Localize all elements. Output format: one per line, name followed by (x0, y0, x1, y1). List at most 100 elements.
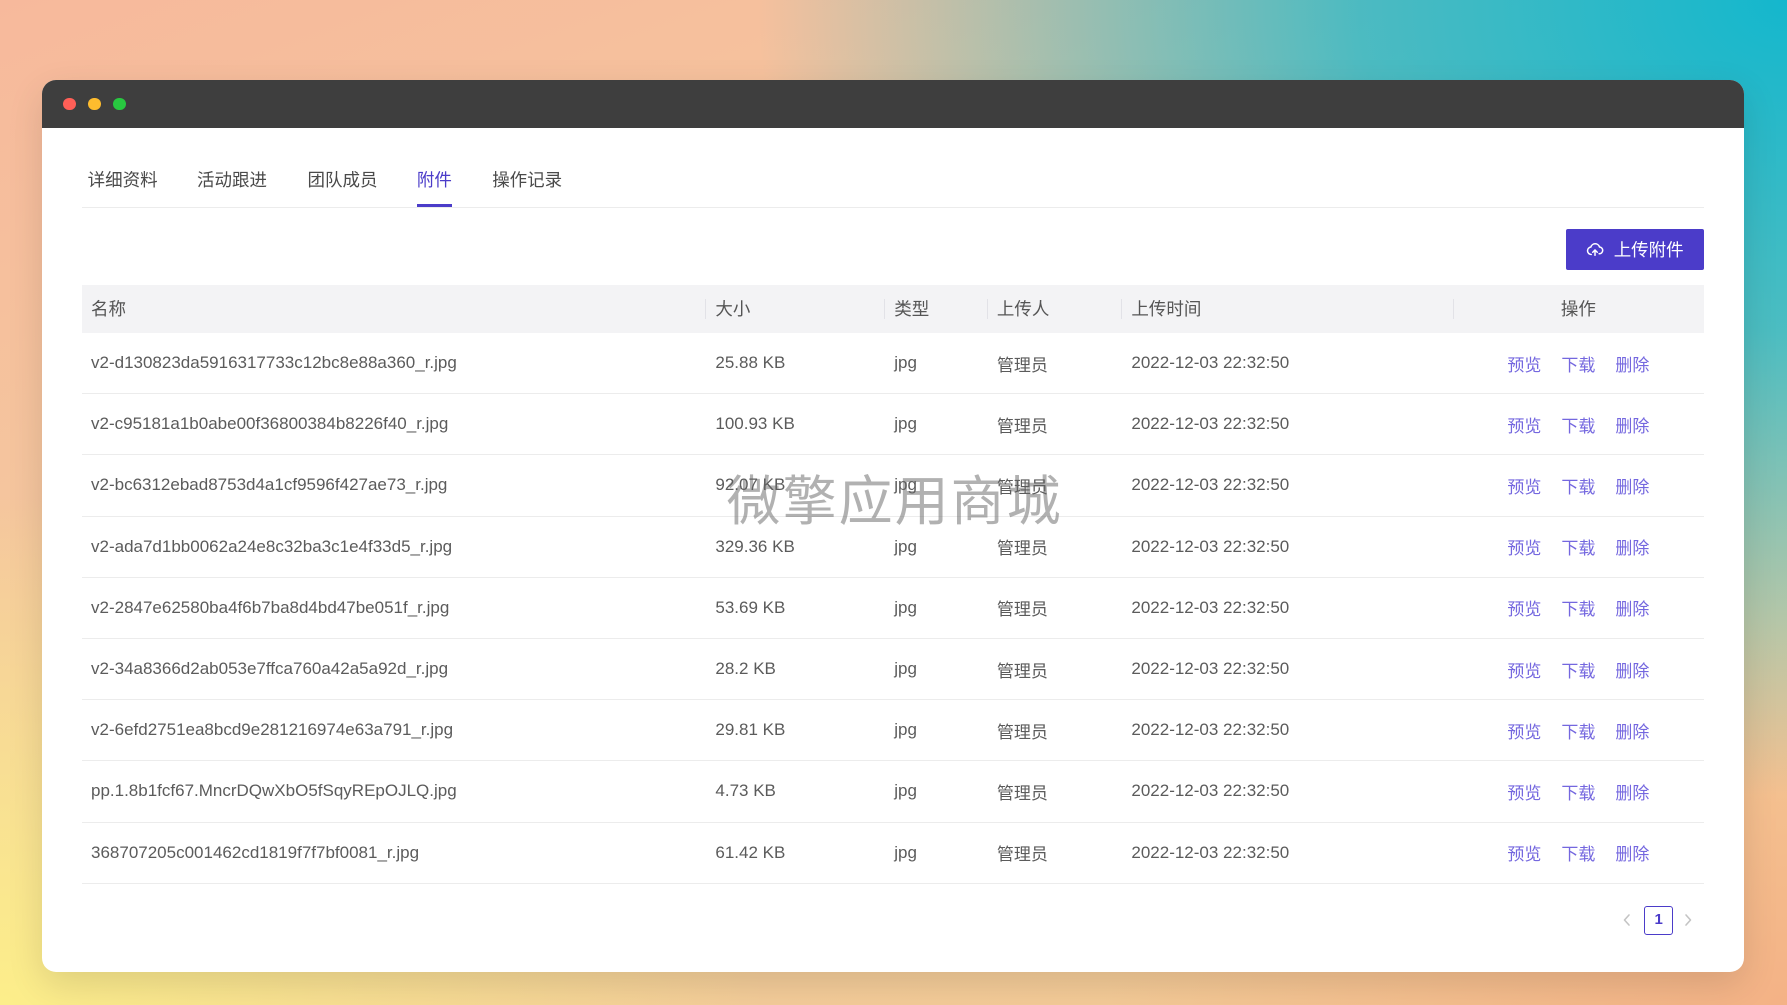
cell-type: jpg (894, 475, 917, 495)
cell-actions: 预览 下载 删除 (1453, 595, 1704, 620)
cell-size: 53.69 KB (715, 597, 786, 617)
column-header-actions: 操作 (1452, 285, 1704, 333)
cell-uploader: 管理员 (996, 355, 1048, 375)
download-link[interactable]: 下载 (1561, 657, 1595, 682)
delete-link[interactable]: 删除 (1615, 351, 1649, 376)
cell-uploader: 管理员 (996, 600, 1048, 620)
cell-type: jpg (894, 720, 917, 740)
cell-size: 100.93 KB (715, 414, 795, 434)
chevron-right-icon (1684, 914, 1691, 926)
table-row: v2-6efd2751ea8bcd9e281216974e63a791_r.jp… (82, 700, 1704, 762)
column-header-name: 名称 (91, 299, 126, 319)
maximize-button[interactable] (113, 97, 126, 110)
tab-activity[interactable]: 活动跟进 (197, 166, 267, 207)
delete-link[interactable]: 删除 (1615, 595, 1649, 620)
tab-operation-log[interactable]: 操作记录 (492, 166, 562, 207)
upload-attachment-button[interactable]: 上传附件 (1565, 229, 1704, 271)
cell-name: pp.1.8b1fcf67.MncrDQwXbO5fSqyREpOJLQ.jpg (91, 781, 457, 801)
cell-name: v2-2847e62580ba4f6b7ba8d4bd47be051f_r.jp… (91, 597, 450, 617)
table-row: pp.1.8b1fcf67.MncrDQwXbO5fSqyREpOJLQ.jpg… (82, 761, 1704, 823)
cell-time: 2022-12-03 22:32:50 (1131, 659, 1290, 679)
delete-link[interactable]: 删除 (1615, 473, 1649, 498)
preview-link[interactable]: 预览 (1507, 473, 1541, 498)
cell-uploader: 管理员 (996, 477, 1048, 497)
page-1-button[interactable]: 1 (1644, 906, 1673, 935)
upload-button-label: 上传附件 (1613, 240, 1684, 261)
cell-type: jpg (894, 414, 917, 434)
cell-name: v2-c95181a1b0abe00f36800384b8226f40_r.jp… (91, 414, 449, 434)
cell-size: 29.81 KB (715, 720, 786, 740)
table-body: v2-d130823da5916317733c12bc8e88a360_r.jp… (82, 333, 1704, 884)
cell-time: 2022-12-03 22:32:50 (1131, 597, 1290, 617)
download-link[interactable]: 下载 (1561, 351, 1595, 376)
preview-link[interactable]: 预览 (1507, 595, 1541, 620)
cell-type: jpg (894, 536, 917, 556)
cell-actions: 预览 下载 删除 (1453, 779, 1704, 804)
table-row: 368707205c001462cd1819f7f7bf0081_r.jpg 61… (82, 823, 1704, 884)
minimize-button[interactable] (88, 97, 101, 110)
cell-size: 61.42 KB (715, 842, 786, 862)
download-link[interactable]: 下载 (1561, 473, 1595, 498)
delete-link[interactable]: 删除 (1615, 779, 1649, 804)
preview-link[interactable]: 预览 (1507, 351, 1541, 376)
column-header-upload-time: 上传时间 (1121, 285, 1453, 333)
cell-name: 368707205c001462cd1819f7f7bf0081_r.jpg (91, 842, 420, 862)
cell-size: 329.36 KB (715, 536, 795, 556)
cell-actions: 预览 下载 删除 (1453, 351, 1704, 376)
preview-link[interactable]: 预览 (1507, 779, 1541, 804)
cell-time: 2022-12-03 22:32:50 (1131, 720, 1290, 740)
attachments-table: 名称 大小 类型 上传人 上传时间 操作 v2-d130823da5916317… (82, 285, 1704, 884)
cell-actions: 预览 下载 删除 (1453, 473, 1704, 498)
delete-link[interactable]: 删除 (1615, 718, 1649, 743)
download-link[interactable]: 下载 (1561, 718, 1595, 743)
table-row: v2-34a8366d2ab053e7ffca760a42a5a92d_r.jp… (82, 639, 1704, 701)
delete-link[interactable]: 删除 (1615, 840, 1649, 865)
cell-uploader: 管理员 (996, 416, 1048, 436)
cell-actions: 预览 下载 删除 (1453, 718, 1704, 743)
cell-type: jpg (894, 597, 917, 617)
column-header-type: 类型 (884, 285, 987, 333)
preview-link[interactable]: 预览 (1507, 412, 1541, 437)
next-page-button[interactable] (1683, 913, 1693, 927)
download-link[interactable]: 下载 (1561, 534, 1595, 559)
preview-link[interactable]: 预览 (1507, 657, 1541, 682)
cell-size: 25.88 KB (715, 353, 786, 373)
table-row: v2-2847e62580ba4f6b7ba8d4bd47be051f_r.jp… (82, 578, 1704, 639)
download-link[interactable]: 下载 (1561, 412, 1595, 437)
download-link[interactable]: 下载 (1561, 595, 1595, 620)
download-link[interactable]: 下载 (1561, 779, 1595, 804)
cell-actions: 预览 下载 删除 (1453, 657, 1704, 682)
cell-size: 28.2 KB (715, 659, 776, 679)
cell-time: 2022-12-03 22:32:50 (1131, 414, 1290, 434)
cell-uploader: 管理员 (996, 845, 1048, 865)
tab-bar-divider (82, 207, 1704, 208)
cell-name: v2-bc6312ebad8753d4a1cf9596f427ae73_r.jp… (91, 475, 448, 495)
cell-uploader: 管理员 (996, 661, 1048, 681)
app-window: 详细资料 活动跟进 团队成员 附件 操作记录 上传附件 名称 大小 类型 上传人… (42, 80, 1744, 972)
table-row: v2-d130823da5916317733c12bc8e88a360_r.jp… (82, 333, 1704, 395)
table-header: 名称 大小 类型 上传人 上传时间 操作 (82, 285, 1704, 333)
preview-link[interactable]: 预览 (1507, 718, 1541, 743)
delete-link[interactable]: 删除 (1615, 657, 1649, 682)
cell-time: 2022-12-03 22:32:50 (1131, 781, 1290, 801)
tab-details[interactable]: 详细资料 (88, 166, 158, 207)
cell-actions: 预览 下载 删除 (1453, 840, 1704, 865)
download-link[interactable]: 下载 (1561, 840, 1595, 865)
cell-time: 2022-12-03 22:32:50 (1131, 536, 1290, 556)
cell-time: 2022-12-03 22:32:50 (1131, 842, 1290, 862)
preview-link[interactable]: 预览 (1507, 534, 1541, 559)
tab-team-members[interactable]: 团队成员 (308, 166, 378, 207)
delete-link[interactable]: 删除 (1615, 534, 1649, 559)
prev-page-button[interactable] (1622, 913, 1632, 927)
close-button[interactable] (63, 97, 76, 110)
cell-type: jpg (894, 781, 917, 801)
cell-actions: 预览 下载 删除 (1453, 534, 1704, 559)
cell-size: 92.07 KB (715, 475, 786, 495)
preview-link[interactable]: 预览 (1507, 840, 1541, 865)
column-header-size: 大小 (705, 285, 884, 333)
table-row: v2-bc6312ebad8753d4a1cf9596f427ae73_r.jp… (82, 455, 1704, 517)
cell-name: v2-ada7d1bb0062a24e8c32ba3c1e4f33d5_r.jp… (91, 536, 453, 556)
delete-link[interactable]: 删除 (1615, 412, 1649, 437)
tab-attachments[interactable]: 附件 (416, 166, 452, 207)
cell-type: jpg (894, 659, 917, 679)
